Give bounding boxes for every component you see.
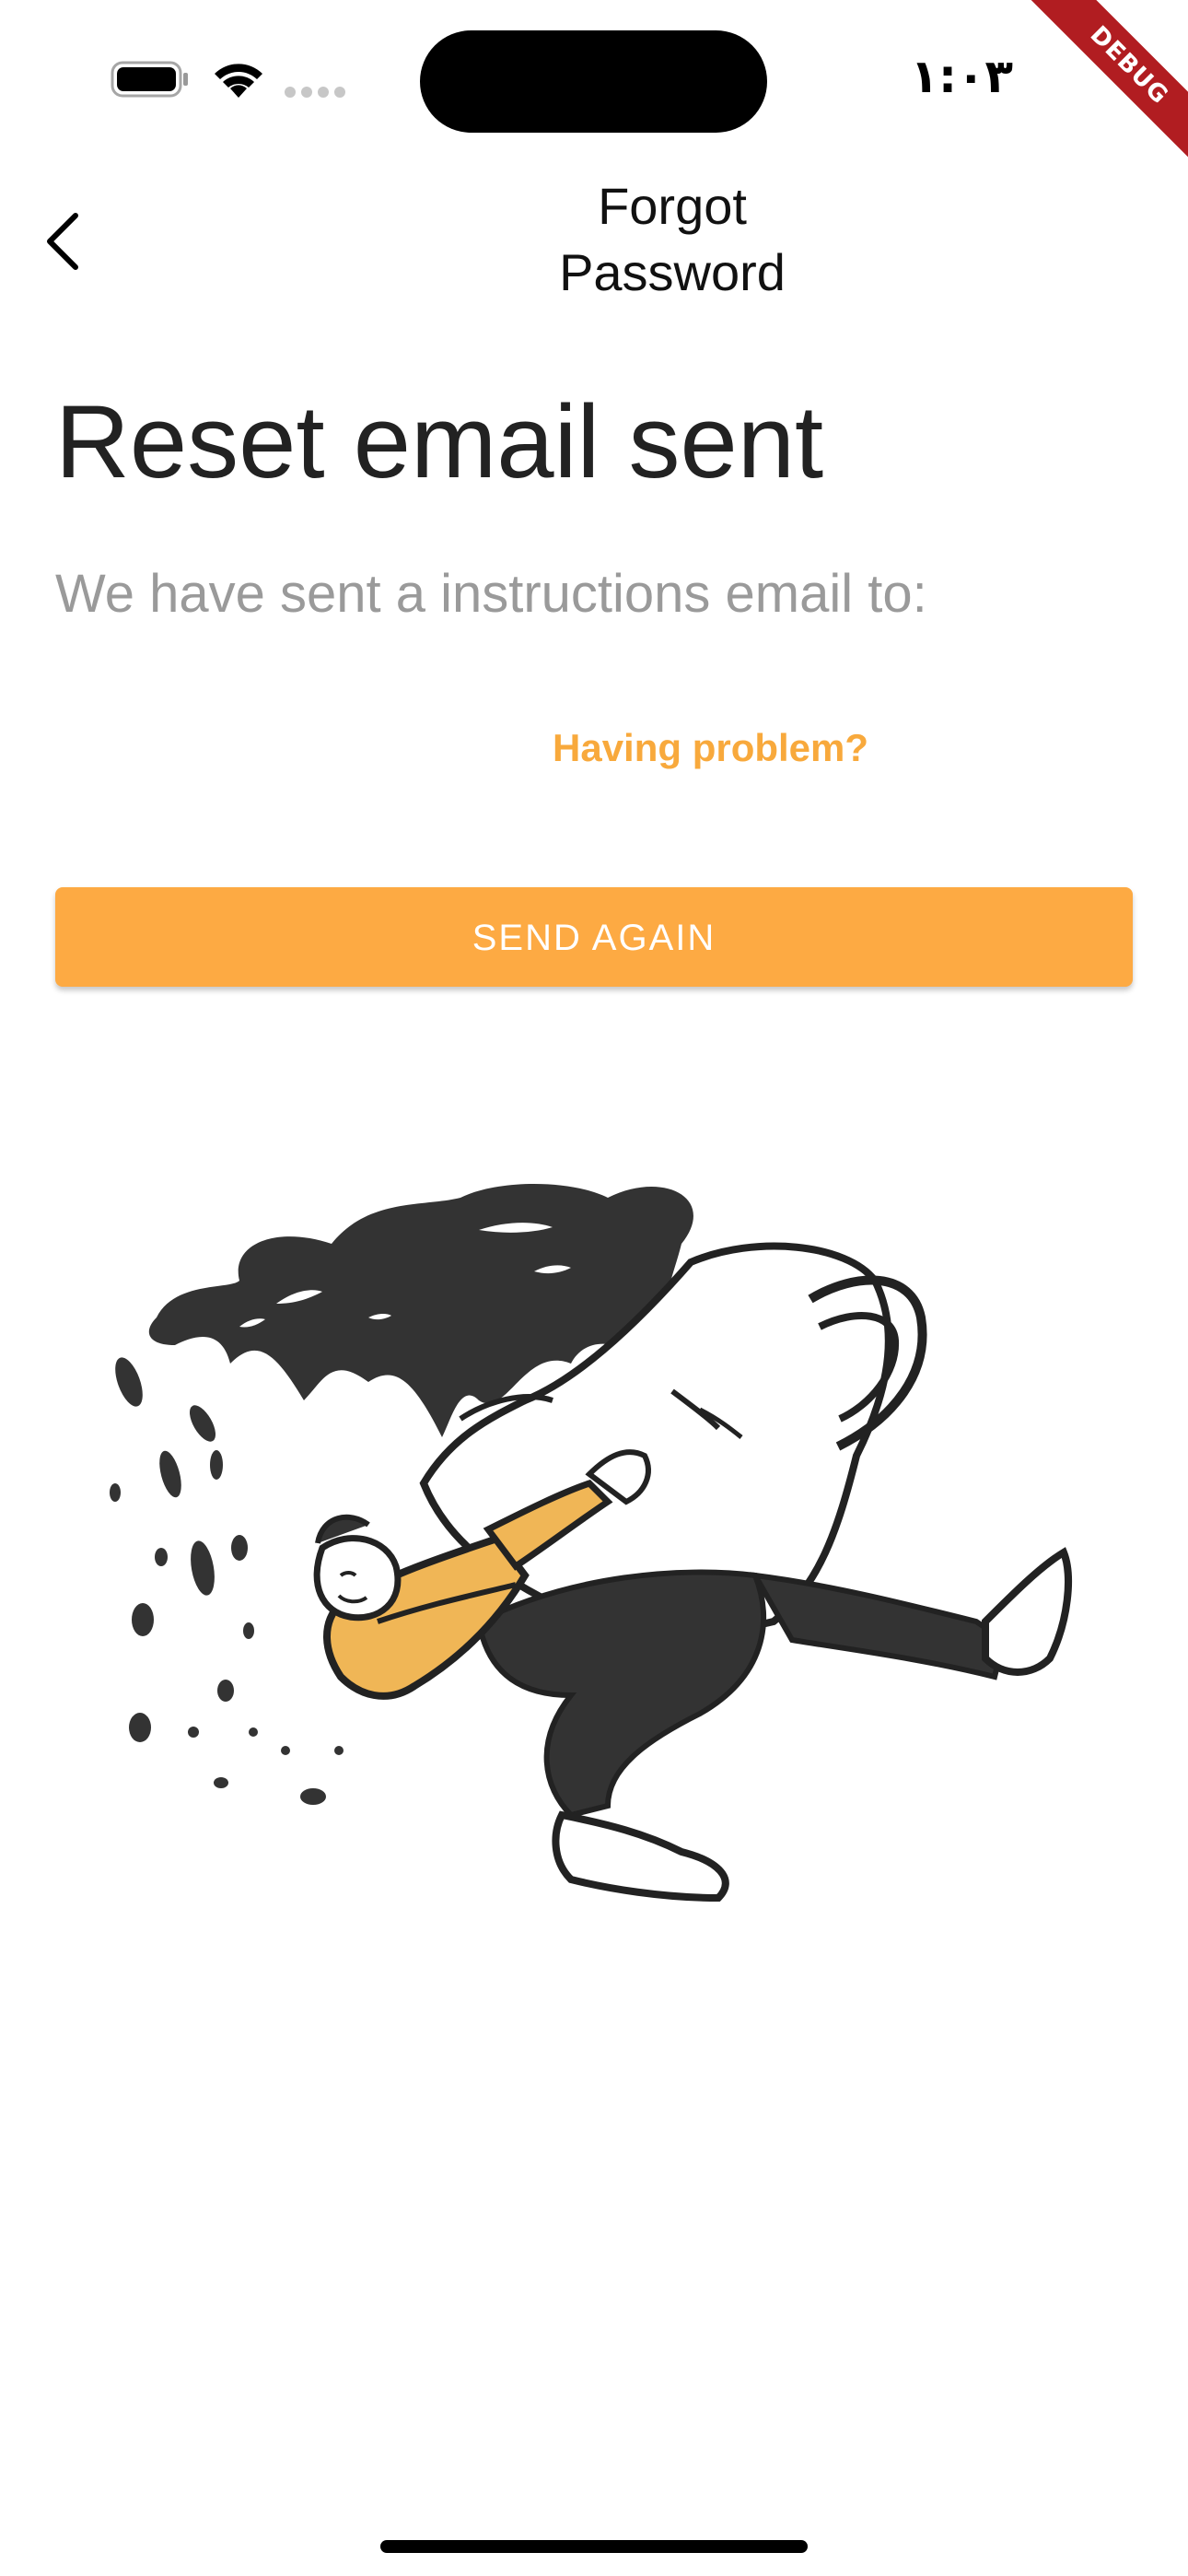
debug-ribbon-label: DEBUG	[1015, 0, 1188, 180]
send-again-button[interactable]: SEND AGAIN	[55, 887, 1133, 987]
home-indicator[interactable]	[380, 2540, 808, 2553]
status-bar: ١:٠٣ DEBUG	[0, 0, 1188, 180]
battery-icon	[105, 59, 190, 100]
forgot-password-screen: ١:٠٣ DEBUG Forgot Password Reset email s…	[0, 0, 1188, 2576]
app-bar: Forgot Password	[0, 166, 1188, 313]
instructions-text: We have sent a instructions email to:	[55, 564, 927, 624]
reset-heading: Reset email sent	[55, 384, 824, 499]
status-time: ١:٠٣	[910, 50, 1013, 103]
person-legs	[475, 1547, 1072, 1903]
having-problem-link[interactable]: Having problem?	[553, 719, 875, 778]
wifi-icon	[210, 57, 267, 100]
debug-banner: DEBUG	[1004, 0, 1188, 184]
chevron-left-icon	[47, 213, 78, 270]
back-button[interactable]	[28, 203, 101, 276]
coffee-splash-drops	[110, 1357, 344, 1805]
page-title: Forgot Password	[559, 177, 786, 301]
person-head	[313, 1514, 402, 1622]
dynamic-island	[420, 30, 767, 133]
person-falling-with-coffee-cup-illustration	[92, 1142, 1105, 1972]
cellular-signal-icon	[284, 85, 346, 100]
